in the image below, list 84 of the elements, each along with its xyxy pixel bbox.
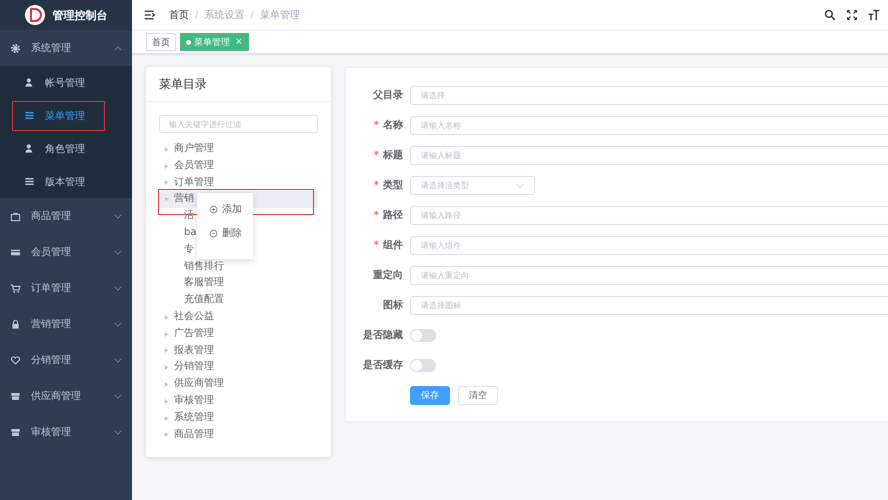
tree-node[interactable]: 订单管理 — [174, 174, 214, 192]
lock-icon — [10, 318, 21, 330]
tree-node[interactable]: 社会公益 — [174, 308, 214, 326]
panel-title: 菜单目录 — [146, 67, 331, 102]
menu-icon[interactable] — [144, 9, 156, 21]
user-icon — [24, 77, 35, 88]
filter-field[interactable]: 输入关键字进行过滤 — [159, 115, 318, 133]
sidebar-menu-item[interactable]: 订单管理 — [0, 270, 132, 306]
list-icon — [24, 176, 35, 187]
tree-node[interactable]: 专 — [184, 242, 194, 259]
text-size-icon[interactable] — [868, 9, 880, 21]
sidebar-item[interactable]: 角色管理 — [0, 132, 132, 165]
tree-node[interactable]: 报表管理 — [174, 342, 214, 360]
tree-node[interactable]: 广告管理 — [174, 326, 214, 343]
input-field[interactable]: 请输入重定向 — [410, 266, 888, 284]
search-icon[interactable] — [824, 9, 836, 21]
user-icon — [24, 143, 35, 154]
field-label: * 名称 — [372, 118, 403, 132]
field-label: 是否缓存 — [362, 358, 403, 372]
tree-node[interactable]: 分销管理 — [174, 359, 214, 376]
sidebar-menu-item[interactable]: 会员管理 — [0, 234, 132, 270]
heart-icon — [10, 354, 21, 366]
sidebar-menu-item[interactable]: 商品管理 — [0, 198, 132, 234]
toggle-switch[interactable] — [410, 328, 436, 342]
chevron-icon — [114, 286, 122, 290]
field-label: 是否隐藏 — [362, 328, 403, 342]
chevron-icon — [114, 214, 122, 218]
chevron-icon — [114, 322, 122, 326]
bag-icon — [10, 210, 21, 222]
input-field[interactable]: 请选择图标 — [410, 296, 888, 314]
input-field[interactable]: 请输入标题 — [410, 146, 888, 164]
breadcrumb-link[interactable]: 首页 — [169, 8, 189, 22]
input-field[interactable]: 请输入名称 — [410, 116, 888, 134]
store-icon — [10, 390, 21, 402]
fullscreen-icon[interactable] — [846, 9, 858, 21]
sidebar-menu-item[interactable]: 分销管理 — [0, 342, 132, 378]
clear-button[interactable]: 清空 — [458, 386, 498, 405]
tree-node[interactable]: 商品管理 — [174, 426, 214, 444]
sidebar-menu-item[interactable]: 系统管理 — [0, 30, 132, 66]
page-tab[interactable]: 首页 — [146, 33, 176, 51]
toggle-switch[interactable] — [410, 358, 436, 372]
store-icon — [10, 426, 21, 438]
tree-node[interactable]: 商户管理 — [174, 141, 214, 158]
context-menu-item[interactable]: 添加 — [197, 197, 253, 221]
field-label: * 路径 — [372, 208, 403, 222]
sidebar-menu-item[interactable]: 营销管理 — [0, 306, 132, 342]
sidebar-item[interactable]: 菜单管理 — [0, 99, 132, 132]
field-label: 图标 — [382, 298, 403, 312]
tree-node[interactable]: 供应商管理 — [174, 376, 224, 393]
field-label: * 标题 — [372, 148, 403, 162]
breadcrumb-separator: / — [250, 10, 254, 20]
tree-node[interactable]: ba — [184, 224, 196, 242]
list-icon — [24, 110, 35, 121]
tree-node[interactable]: 充值配置 — [184, 292, 224, 309]
tree-node[interactable]: 客服管理 — [184, 275, 224, 292]
chevron-icon — [114, 394, 122, 398]
app-title: 管理控制台 — [52, 8, 108, 22]
sidebar-item[interactable]: 版本管理 — [0, 165, 132, 198]
tree-node[interactable]: 销售排行 — [184, 258, 224, 276]
field-label: * 组件 — [372, 238, 403, 252]
chevron-icon — [114, 250, 122, 254]
tree-node[interactable]: 会员管理 — [174, 158, 214, 175]
input-field[interactable]: 请输入路径 — [410, 206, 888, 224]
field-label: * 类型 — [372, 178, 403, 192]
plus-circle-icon — [209, 204, 218, 214]
tree-node[interactable]: 审核管理 — [174, 392, 214, 410]
chevron-icon — [114, 430, 122, 434]
breadcrumb-separator: / — [195, 10, 198, 20]
field-label: 重定向 — [372, 268, 403, 282]
minus-circle-icon — [209, 228, 218, 238]
input-field[interactable]: 请输入组件 — [410, 236, 888, 254]
sidebar-item[interactable]: 帐号管理 — [0, 66, 132, 99]
logo-icon — [24, 5, 44, 25]
tree-node[interactable]: 系统管理 — [174, 410, 214, 427]
input-field[interactable]: 请选择 — [410, 86, 888, 104]
chevron-icon — [516, 182, 524, 188]
chevron-icon — [114, 46, 122, 50]
sidebar-menu-item[interactable]: 供应商管理 — [0, 378, 132, 414]
gear-icon — [10, 42, 21, 54]
cart-icon — [10, 282, 21, 294]
field-label: 父目录 — [372, 88, 403, 102]
sidebar-menu-item[interactable]: 审核管理 — [0, 414, 132, 450]
context-menu-item[interactable]: 删除 — [197, 221, 253, 245]
chevron-icon — [114, 358, 122, 362]
